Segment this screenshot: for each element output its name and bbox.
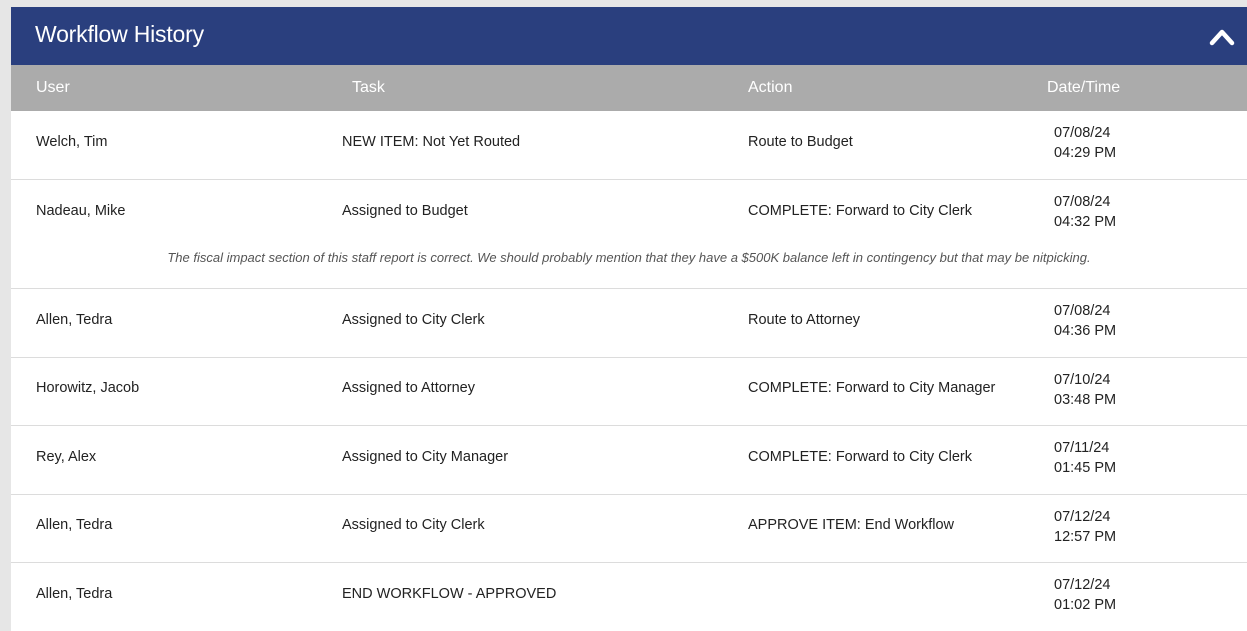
user-cell: Allen, Tedra bbox=[36, 517, 113, 533]
time-text: 04:29 PM bbox=[1054, 145, 1117, 161]
column-header-action[interactable]: Action bbox=[748, 79, 792, 97]
action-cell: Route to Budget bbox=[748, 134, 853, 150]
task-cell: Assigned to City Clerk bbox=[342, 312, 485, 328]
time-text: 01:02 PM bbox=[1054, 597, 1117, 613]
workflow-comment: The fiscal impact section of this staff … bbox=[167, 250, 1091, 265]
panel-title: Workflow History bbox=[35, 21, 204, 47]
user-cell: Horowitz, Jacob bbox=[36, 380, 140, 396]
collapse-button[interactable] bbox=[1205, 20, 1239, 54]
time-text: 04:36 PM bbox=[1054, 323, 1117, 339]
user-cell: Rey, Alex bbox=[36, 449, 97, 465]
action-cell: COMPLETE: Forward to City Manager bbox=[748, 380, 996, 396]
panel-header: Workflow History bbox=[11, 7, 1247, 65]
action-cell: APPROVE ITEM: End Workflow bbox=[748, 517, 955, 533]
table-row: Allen, Tedra Assigned to City Clerk APPR… bbox=[11, 495, 1247, 563]
table-row: Welch, Tim NEW ITEM: Not Yet Routed Rout… bbox=[11, 111, 1247, 180]
left-divider bbox=[0, 0, 11, 631]
time-text: 03:48 PM bbox=[1054, 392, 1117, 408]
date-text: 07/08/24 bbox=[1054, 303, 1111, 319]
datetime-cell: 07/10/24 03:48 PM bbox=[1054, 370, 1116, 410]
table-row: Allen, Tedra END WORKFLOW - APPROVED 07/… bbox=[11, 563, 1247, 631]
column-header-user[interactable]: User bbox=[36, 79, 70, 97]
time-text: 04:32 PM bbox=[1054, 214, 1117, 230]
user-cell: Allen, Tedra bbox=[36, 586, 113, 602]
datetime-cell: 07/12/24 12:57 PM bbox=[1054, 507, 1116, 547]
date-text: 07/08/24 bbox=[1054, 194, 1111, 210]
table-row: Rey, Alex Assigned to City Manager COMPL… bbox=[11, 426, 1247, 495]
date-text: 07/12/24 bbox=[1054, 509, 1111, 525]
user-cell: Nadeau, Mike bbox=[36, 203, 126, 219]
column-header-task[interactable]: Task bbox=[352, 79, 385, 97]
datetime-cell: 07/08/24 04:32 PM bbox=[1054, 192, 1116, 232]
task-cell: END WORKFLOW - APPROVED bbox=[342, 586, 557, 602]
workflow-table-body: Welch, Tim NEW ITEM: Not Yet Routed Rout… bbox=[11, 111, 1247, 631]
time-text: 01:45 PM bbox=[1054, 460, 1117, 476]
chevron-up-icon bbox=[1209, 29, 1235, 46]
action-cell: COMPLETE: Forward to City Clerk bbox=[748, 449, 972, 465]
column-header-datetime[interactable]: Date/Time bbox=[1047, 79, 1120, 97]
time-text: 12:57 PM bbox=[1054, 529, 1117, 545]
table-row: Nadeau, Mike Assigned to Budget COMPLETE… bbox=[11, 180, 1247, 289]
date-text: 07/10/24 bbox=[1054, 372, 1111, 388]
task-cell: NEW ITEM: Not Yet Routed bbox=[342, 134, 521, 150]
table-row: Allen, Tedra Assigned to City Clerk Rout… bbox=[11, 289, 1247, 358]
user-cell: Allen, Tedra bbox=[36, 312, 113, 328]
datetime-cell: 07/12/24 01:02 PM bbox=[1054, 575, 1116, 615]
column-header-row: User Task Action Date/Time bbox=[11, 65, 1247, 111]
top-divider bbox=[0, 0, 1247, 7]
task-cell: Assigned to City Manager bbox=[342, 449, 509, 465]
task-cell: Assigned to City Clerk bbox=[342, 517, 485, 533]
user-cell: Welch, Tim bbox=[36, 134, 108, 150]
task-cell: Assigned to Budget bbox=[342, 203, 468, 219]
action-cell: Route to Attorney bbox=[748, 312, 861, 328]
datetime-cell: 07/11/24 01:45 PM bbox=[1054, 438, 1116, 478]
date-text: 07/08/24 bbox=[1054, 125, 1111, 141]
date-text: 07/12/24 bbox=[1054, 577, 1111, 593]
datetime-cell: 07/08/24 04:29 PM bbox=[1054, 123, 1116, 163]
table-row: Horowitz, Jacob Assigned to Attorney COM… bbox=[11, 358, 1247, 426]
datetime-cell: 07/08/24 04:36 PM bbox=[1054, 301, 1116, 341]
task-cell: Assigned to Attorney bbox=[342, 380, 475, 396]
action-cell: COMPLETE: Forward to City Clerk bbox=[748, 203, 972, 219]
workflow-history-panel: Workflow History User Task Action Date/T… bbox=[0, 0, 1247, 631]
date-text: 07/11/24 bbox=[1054, 440, 1110, 456]
